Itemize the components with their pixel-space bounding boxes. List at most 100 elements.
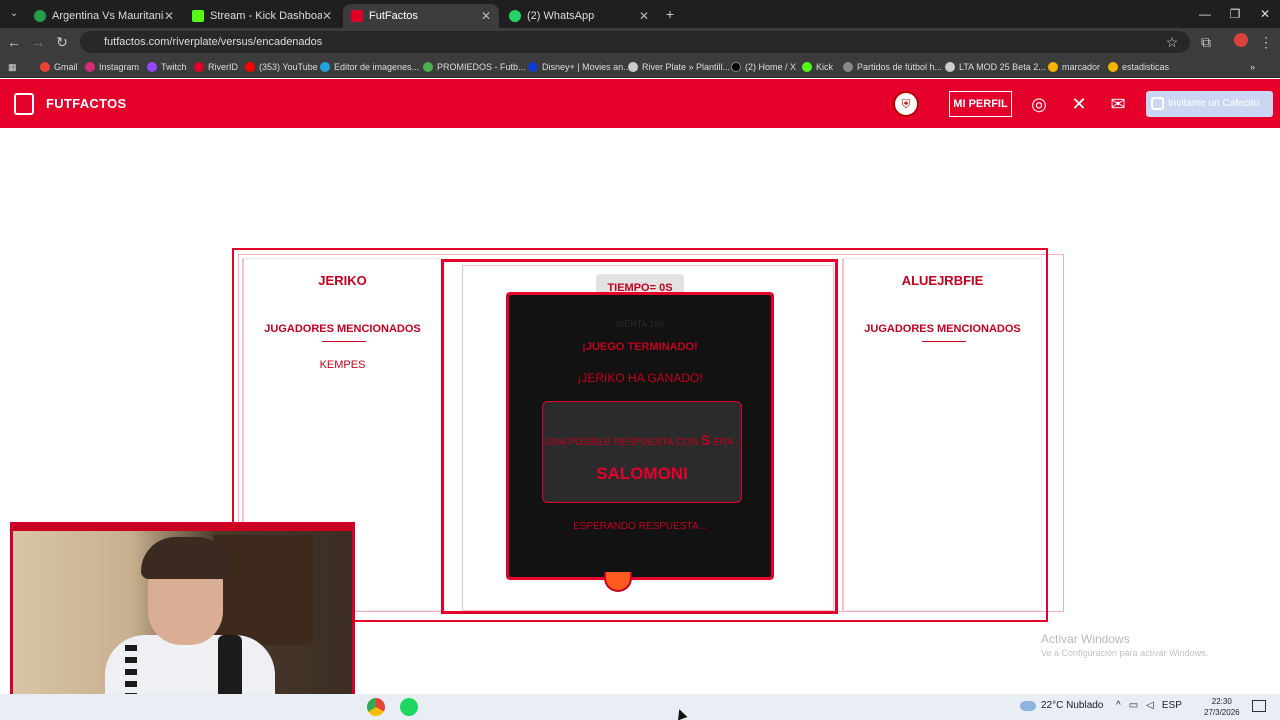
tab-argentina[interactable]: Argentina Vs Mauritania - Resu ✕ [26,4,182,28]
notification-icon[interactable] [1252,700,1266,712]
clock[interactable]: 22:30 27/3/2026 [1204,696,1240,718]
river-shield-icon[interactable]: ⛨ [893,91,919,117]
language-indicator[interactable]: ESP [1162,700,1182,711]
tray-chevron-icon[interactable]: ^ [1116,700,1121,711]
heading-underline [322,341,366,342]
reload-icon[interactable]: ↻ [52,32,72,52]
activate-windows-title: Activar Windows [1041,632,1130,646]
bookmark-label: Disney+ | Movies an... [542,62,631,72]
bookmark-label: (2) Home / X [745,62,797,72]
minimize-icon[interactable]: — [1190,0,1220,28]
weather-text: 22°C Nublado [1041,700,1104,711]
bookmark-label: PROMIEDOS - Futb... [437,62,526,72]
promiedos-icon [423,62,433,72]
answer-suffix: ERA - [712,437,740,448]
bookmark-disney[interactable]: Disney+ | Movies an... [528,59,631,75]
close-window-icon[interactable]: ✕ [1250,0,1280,28]
disney-icon [528,62,538,72]
system-tray: ^ ▭ ◁ ESP [1116,700,1182,711]
partidos-icon [843,62,853,72]
bookmark-editor[interactable]: Editor de imagenes... [320,59,419,75]
bookmark-lta[interactable]: LTA MOD 25 Beta 2... [945,59,1046,75]
webcam-cabinet [213,535,313,645]
clock-date: 27/3/2026 [1204,708,1240,717]
mentioned-player: KEMPES [319,359,366,371]
bookmark-marcador[interactable]: marcador [1048,59,1100,75]
site-header: FUTFACTOS ⛨ MI PERFIL ◎ ✕ ✉ Invitame un … [0,79,1280,128]
close-tab-icon[interactable]: ✕ [481,9,491,23]
bookmark-promiedos[interactable]: PROMIEDOS - Futb... [423,59,526,75]
extensions-icon[interactable]: ⧉ [1196,32,1216,52]
bookmark-riverplate[interactable]: River Plate » Plantill... [628,59,730,75]
menu-icon[interactable]: ⋮ [1256,32,1276,52]
spotify-icon[interactable] [400,698,418,716]
x-icon [731,62,741,72]
bookmark-x[interactable]: (2) Home / X [731,59,796,75]
site-title[interactable]: FUTFACTOS [46,96,126,111]
volume-icon[interactable]: ◁ [1146,700,1154,711]
answer-name: SALOMONI [596,464,688,483]
webcam-overlay [10,522,355,715]
player-panel-right: ALUEJRBFIE JUGADORES MENCIONADOS [842,258,1042,611]
new-tab-icon[interactable]: + [660,4,680,24]
bookmark-label: Editor de imagenes... [334,62,420,72]
forward-icon[interactable]: → [28,32,48,52]
bookmark-star-icon[interactable]: ☆ [1162,32,1182,52]
weather-widget[interactable]: 22°C Nublado [1020,700,1103,711]
cloud-icon [1020,700,1036,711]
answer-lead-text: UNA POSIBLE RESPUESTA CON S ERA - [543,432,741,448]
tab-futfactos[interactable]: FutFactos ✕ [343,4,499,28]
bookmark-partidos[interactable]: Partidos de fútbol h... [843,59,942,75]
maximize-icon[interactable]: ❐ [1220,0,1250,28]
bookmark-instagram[interactable]: Instagram [85,59,139,75]
profile-button[interactable]: MI PERFIL [949,91,1012,117]
river-icon [194,62,204,72]
game-over-title: ¡JUEGO TERMINADO! [582,341,698,353]
youtube-icon [245,62,255,72]
bookmark-youtube[interactable]: (353) YouTube [245,59,318,75]
browser-tab-bar: ⌄ Argentina Vs Mauritania - Resu ✕ Strea… [0,0,1280,28]
bookmark-label: RiverID [208,62,239,72]
more-bookmarks-icon[interactable]: » [1250,59,1255,75]
bookmark-estadisticas[interactable]: estadisticas [1108,59,1169,75]
answer-letter: S [700,432,711,448]
bookmark-riverid[interactable]: RiverID [194,59,238,75]
futfactos-logo-icon[interactable] [14,93,34,115]
kick-icon [192,10,204,22]
kick-icon [802,62,812,72]
close-tab-icon[interactable]: ✕ [639,9,649,23]
close-tab-icon[interactable]: ✕ [164,9,174,23]
chrome-icon[interactable] [367,698,385,716]
bookmarks-bar: ▦ Gmail Instagram Twitch RiverID (353) Y… [0,56,1280,78]
url-text: futfactos.com/riverplate/versus/encadena… [104,36,323,48]
bookmark-label: Instagram [99,62,140,72]
bookmark-twitch[interactable]: Twitch [147,59,187,75]
answer-lead: UNA POSIBLE RESPUESTA CON [544,437,699,448]
bookmark-label: River Plate » Plantill... [642,62,731,72]
mail-icon[interactable]: ✉ [1107,93,1129,115]
profile-avatar[interactable] [1231,32,1251,52]
marcador-icon [1048,62,1058,72]
futfactos-favicon-icon [351,10,363,22]
x-icon[interactable]: ✕ [1068,93,1090,115]
tab-title: Argentina Vs Mauritania - Resu [52,10,164,22]
bookmark-label: Gmail [54,62,78,72]
bookmark-label: Kick [816,62,834,72]
cafecito-button[interactable]: Invitame un Cafecito [1146,91,1273,117]
network-icon[interactable]: ▭ [1129,700,1138,711]
cup-icon [1151,97,1164,110]
close-tab-icon[interactable]: ✕ [322,9,332,23]
tab-whatsapp[interactable]: (2) WhatsApp ✕ [501,4,657,28]
whatsapp-icon [509,10,521,22]
tab-search-icon[interactable]: ⌄ [4,4,24,24]
apps-icon[interactable]: ▦ [8,59,17,75]
bookmark-gmail[interactable]: Gmail [40,59,78,75]
back-icon[interactable]: ← [4,32,24,52]
mentioned-players-heading: JUGADORES MENCIONADOS [864,323,1021,335]
url-input[interactable]: futfactos.com/riverplate/versus/encadena… [80,31,1190,53]
bookmark-kick[interactable]: Kick [802,59,833,75]
tab-title: Stream - Kick Dashboard [210,10,322,22]
tab-kick[interactable]: Stream - Kick Dashboard ✕ [184,4,340,28]
game-over-modal: SIENTA 186 ¡JUEGO TERMINADO! ¡JERIKO HA … [506,292,774,580]
instagram-icon[interactable]: ◎ [1028,93,1050,115]
